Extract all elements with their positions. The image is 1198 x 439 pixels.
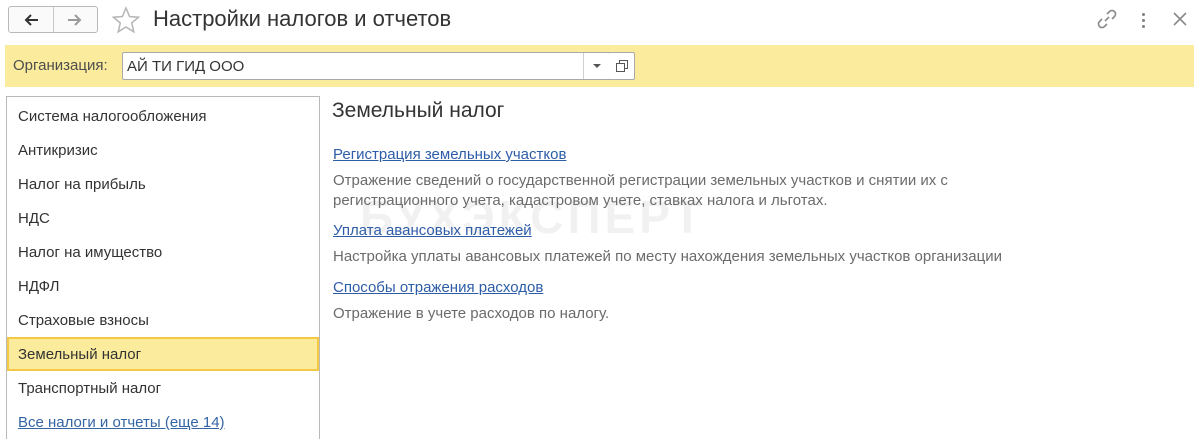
description-line: Отражение в учете расходов по налогу. [333, 305, 610, 322]
advance-payments-description: Настройка уплаты авансовых платежей по м… [333, 247, 1133, 267]
chevron-down-icon [592, 64, 601, 68]
land-plots-registration-link[interactable]: Регистрация земельных участков [333, 146, 566, 163]
open-form-icon [615, 60, 628, 72]
arrow-left-icon [24, 13, 38, 26]
favorite-button[interactable] [111, 6, 141, 34]
forward-button[interactable] [52, 7, 98, 32]
organization-open-button[interactable] [609, 52, 635, 80]
sidebar-item-profit-tax[interactable]: Налог на прибыль [7, 167, 319, 201]
organization-bar: Организация: АЙ ТИ ГИД ООО [5, 45, 1194, 87]
link-icon [1097, 9, 1117, 29]
all-taxes-link[interactable]: Все налоги и отчеты (еще 14) [7, 405, 319, 439]
organization-label: Организация: [13, 57, 108, 74]
description-line: Настройка уплаты авансовых платежей по м… [333, 248, 1002, 265]
back-button[interactable] [9, 7, 53, 32]
sidebar-item-insurance-contributions[interactable]: Страховые взносы [7, 303, 319, 337]
organization-dropdown-button[interactable] [583, 53, 609, 79]
sidebar-item-tax-system[interactable]: Система налогообложения [7, 99, 319, 133]
expense-accounting-methods-description: Отражение в учете расходов по налогу. [333, 304, 1133, 324]
page-title: Настройки налогов и отчетов [153, 6, 452, 31]
sidebar-item-personal-income-tax[interactable]: НДФЛ [7, 269, 319, 303]
expense-accounting-methods-link[interactable]: Способы отражения расходов [333, 279, 543, 296]
description-line: регистрационного учета, кадастровом учет… [333, 192, 828, 209]
organization-field[interactable]: АЙ ТИ ГИД ООО [122, 52, 610, 80]
close-icon [1173, 12, 1187, 26]
sidebar-item-transport-tax[interactable]: Транспортный налог [7, 371, 319, 405]
navigation-buttons [8, 6, 98, 33]
sidebar-item-anticrisis[interactable]: Антикризис [7, 133, 319, 167]
title-bar: Настройки налогов и отчетов [0, 0, 1198, 40]
star-icon [111, 6, 141, 34]
tax-sections-list: Система налогообложения Антикризис Налог… [6, 96, 320, 439]
description-line: Отражение сведений о государственной рег… [333, 172, 948, 189]
sidebar-item-land-tax[interactable]: Земельный налог [7, 337, 319, 371]
section-title: Земельный налог [332, 99, 505, 122]
land-plots-registration-description: Отражение сведений о государственной рег… [333, 171, 1133, 211]
advance-payments-link[interactable]: Уплата авансовых платежей [333, 222, 532, 239]
copy-link-button[interactable] [1096, 8, 1118, 35]
arrow-right-icon [68, 13, 82, 26]
close-button[interactable] [1170, 8, 1190, 35]
more-vertical-icon[interactable] [1136, 8, 1150, 32]
sidebar-item-property-tax[interactable]: Налог на имущество [7, 235, 319, 269]
organization-value: АЙ ТИ ГИД ООО [127, 58, 245, 75]
sidebar-item-vat[interactable]: НДС [7, 201, 319, 235]
